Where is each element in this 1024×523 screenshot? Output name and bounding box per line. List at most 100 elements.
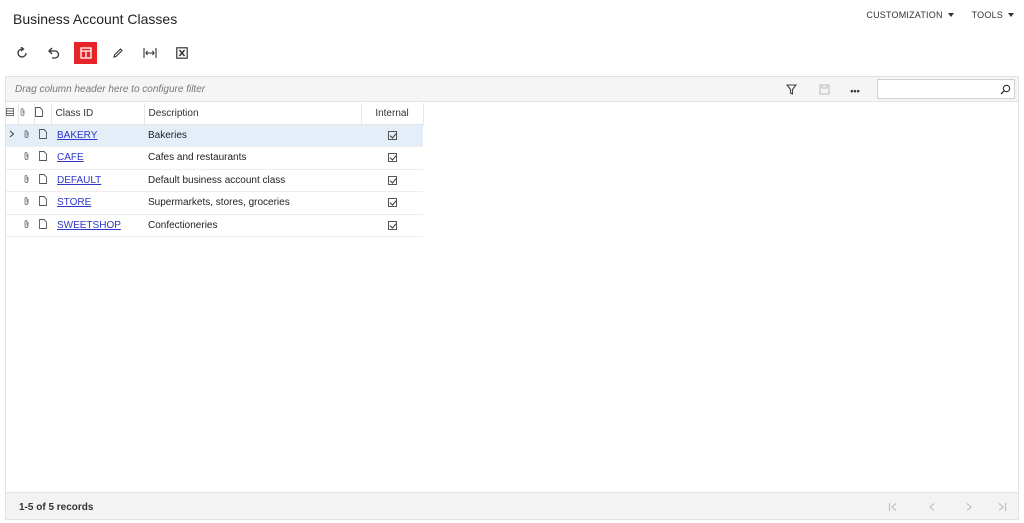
- table-row[interactable]: CAFE Cafes and restaurants: [6, 146, 423, 170]
- table-row[interactable]: DEFAULT Default business account class: [6, 169, 423, 192]
- class-id-cell: SWEETSHOP: [51, 214, 144, 237]
- internal-checkbox[interactable]: [387, 130, 397, 140]
- page-title: Business Account Classes: [13, 11, 178, 27]
- add-row-button[interactable]: [74, 42, 97, 64]
- save-icon: [819, 84, 829, 94]
- row-indicator[interactable]: [6, 214, 18, 237]
- class-id-cell: STORE: [51, 191, 144, 215]
- attachment-cell[interactable]: [18, 146, 34, 170]
- description-cell: Cafes and restaurants: [144, 146, 361, 170]
- edit-pencil-icon: [112, 48, 123, 58]
- internal-checkbox[interactable]: [387, 175, 397, 185]
- refresh-button[interactable]: [10, 42, 33, 64]
- tools-label: TOOLS: [971, 10, 1003, 20]
- attachments-header[interactable]: [18, 103, 35, 125]
- edit-button[interactable]: [106, 42, 129, 64]
- internal-cell: [361, 146, 423, 170]
- grid-footer: 1-5 of 5 records: [6, 492, 1018, 519]
- description-cell: Confectioneries: [144, 214, 361, 237]
- filter-button[interactable]: [782, 81, 800, 97]
- note-cell[interactable]: [34, 214, 51, 237]
- search-input[interactable]: [878, 80, 996, 98]
- first-page-button[interactable]: [886, 500, 900, 514]
- row-indicator[interactable]: [6, 124, 18, 147]
- chevron-left-icon: [929, 503, 935, 511]
- note-icon: [38, 151, 47, 162]
- notes-header[interactable]: [34, 103, 52, 125]
- first-page-icon: [888, 503, 897, 511]
- note-icon: [38, 196, 47, 207]
- table-body: BAKERY Bakeries CAFE Cafes and restauran…: [6, 124, 423, 237]
- paperclip-icon: [24, 219, 28, 228]
- note-icon: [38, 173, 47, 184]
- customization-menu[interactable]: CUSTOMIZATION: [866, 10, 954, 20]
- description-cell: Bakeries: [144, 124, 361, 147]
- row-indicator[interactable]: [6, 191, 18, 215]
- note-icon: [34, 106, 43, 117]
- attachment-cell[interactable]: [18, 191, 34, 215]
- class-id-link[interactable]: CAFE: [55, 152, 84, 163]
- class-id-link[interactable]: SWEETSHOP: [55, 220, 121, 231]
- tools-menu[interactable]: TOOLS: [972, 10, 1014, 20]
- chevron-right-icon: [966, 503, 972, 511]
- paperclip-icon: [24, 197, 28, 206]
- refresh-icon: [16, 47, 27, 58]
- class-id-link[interactable]: STORE: [55, 197, 91, 208]
- class-id-link[interactable]: DEFAULT: [55, 175, 101, 186]
- paperclip-icon: [24, 129, 28, 138]
- grid-panel: Drag column header here to configure fil…: [5, 76, 1019, 520]
- row-indicator[interactable]: [6, 169, 18, 192]
- note-cell[interactable]: [34, 124, 51, 147]
- top-menu: CUSTOMIZATION TOOLS: [866, 10, 1014, 20]
- internal-header[interactable]: Internal: [361, 103, 424, 125]
- table-row[interactable]: STORE Supermarkets, stores, groceries: [6, 191, 423, 215]
- export-excel-button[interactable]: [170, 42, 193, 64]
- paperclip-icon: [24, 152, 28, 161]
- filter-icon: [785, 83, 797, 95]
- note-cell[interactable]: [34, 169, 51, 192]
- records-count: 1-5 of 5 records: [19, 502, 94, 513]
- prev-page-button[interactable]: [925, 500, 939, 514]
- class-id-link[interactable]: BAKERY: [55, 130, 97, 141]
- next-page-button[interactable]: [962, 500, 976, 514]
- paperclip-icon: [20, 107, 24, 116]
- more-options-button[interactable]: •••: [846, 83, 864, 99]
- internal-cell: [361, 214, 423, 237]
- class-id-header[interactable]: Class ID: [51, 103, 145, 125]
- description-cell: Supermarkets, stores, groceries: [144, 191, 361, 215]
- search-box: [877, 79, 1015, 99]
- row-indicator[interactable]: [6, 146, 18, 170]
- attachment-cell[interactable]: [18, 169, 34, 192]
- fit-columns-button[interactable]: [138, 42, 161, 64]
- toolbar: [10, 42, 193, 64]
- last-page-button[interactable]: [995, 500, 1009, 514]
- internal-cell: [361, 169, 423, 192]
- business-classes-table: Class ID Description Internal BAKERY Bak…: [6, 103, 424, 237]
- search-icon[interactable]: [1000, 84, 1011, 95]
- class-id-cell: CAFE: [51, 146, 144, 170]
- description-header[interactable]: Description: [144, 103, 362, 125]
- table-row[interactable]: BAKERY Bakeries: [6, 124, 423, 147]
- internal-checkbox[interactable]: [387, 220, 397, 230]
- note-cell[interactable]: [34, 146, 51, 170]
- undo-button[interactable]: [42, 42, 65, 64]
- attachment-cell[interactable]: [18, 214, 34, 237]
- internal-cell: [361, 124, 423, 147]
- save-filter-button[interactable]: [815, 81, 833, 97]
- filter-bar: Drag column header here to configure fil…: [6, 77, 1018, 102]
- table-row[interactable]: SWEETSHOP Confectioneries: [6, 214, 423, 237]
- paperclip-icon: [24, 174, 28, 183]
- attachment-cell[interactable]: [18, 124, 34, 147]
- column-chooser-icon: [6, 107, 14, 116]
- internal-checkbox[interactable]: [387, 153, 397, 163]
- internal-checkbox[interactable]: [387, 198, 397, 208]
- table-header-row: Class ID Description Internal: [6, 103, 424, 125]
- row-indicator-header[interactable]: [6, 103, 19, 125]
- chevron-right-icon: [9, 130, 15, 138]
- note-cell[interactable]: [34, 191, 51, 215]
- internal-cell: [361, 191, 423, 215]
- customization-label: CUSTOMIZATION: [866, 10, 943, 20]
- note-icon: [38, 218, 47, 229]
- note-icon: [38, 128, 47, 139]
- last-page-icon: [998, 503, 1007, 511]
